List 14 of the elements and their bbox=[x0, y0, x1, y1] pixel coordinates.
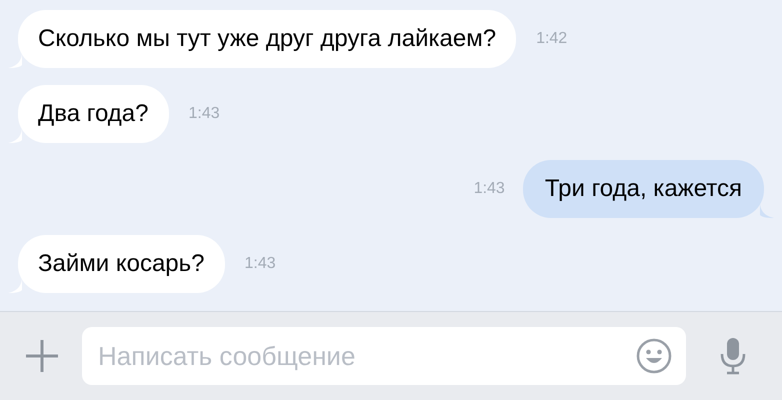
message-bubble: Сколько мы тут уже друг друга лайкаем? bbox=[18, 10, 516, 68]
message-input[interactable]: Написать сообщение bbox=[98, 336, 636, 376]
emoji-icon[interactable] bbox=[636, 338, 672, 374]
message-time: 1:42 bbox=[536, 29, 568, 49]
bubble-tail bbox=[760, 202, 774, 218]
message-time: 1:43 bbox=[474, 179, 505, 199]
add-icon[interactable] bbox=[24, 338, 60, 374]
microphone-icon[interactable] bbox=[718, 336, 748, 376]
message-time: 1:43 bbox=[188, 104, 220, 124]
message-field[interactable]: Написать сообщение bbox=[82, 327, 686, 385]
message-time: 1:43 bbox=[244, 254, 276, 274]
message-bubble: Займи косарь? bbox=[18, 235, 224, 293]
message-bubble: Два года? bbox=[18, 85, 168, 143]
message-bubble: Три года, кажется bbox=[522, 160, 764, 218]
